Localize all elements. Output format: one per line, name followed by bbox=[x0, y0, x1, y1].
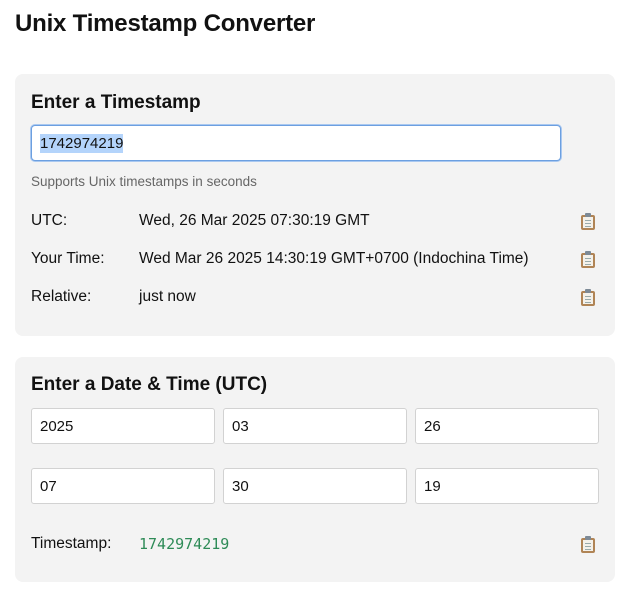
local-time-value: Wed Mar 26 2025 14:30:19 GMT+0700 (Indoc… bbox=[139, 250, 529, 267]
local-time-row: Your Time: Wed Mar 26 2025 14:30:19 GMT+… bbox=[31, 246, 599, 272]
clipboard-icon bbox=[581, 212, 595, 230]
page-title: Unix Timestamp Converter bbox=[15, 10, 316, 37]
clipboard-icon bbox=[581, 288, 595, 306]
utc-label: UTC: bbox=[31, 212, 68, 229]
timestamp-result-row: Timestamp: 1742974219 bbox=[31, 531, 599, 557]
month-input[interactable]: 03 bbox=[223, 408, 407, 444]
timestamp-card-title: Enter a Timestamp bbox=[31, 92, 201, 113]
timestamp-hint: Supports Unix timestamps in seconds bbox=[31, 174, 257, 189]
relative-row: Relative: just now bbox=[31, 284, 599, 310]
timestamp-input-value: 1742974219 bbox=[40, 133, 124, 153]
utc-row: UTC: Wed, 26 Mar 2025 07:30:19 GMT bbox=[31, 208, 599, 234]
copy-timestamp-button[interactable] bbox=[577, 533, 599, 555]
relative-value: just now bbox=[139, 288, 196, 305]
hour-value: 07 bbox=[40, 477, 57, 495]
month-value: 03 bbox=[232, 417, 249, 435]
day-input[interactable]: 26 bbox=[415, 408, 599, 444]
year-input[interactable]: 2025 bbox=[31, 408, 215, 444]
timestamp-result-value: 1742974219 bbox=[139, 535, 230, 553]
timestamp-result-label: Timestamp: bbox=[31, 535, 112, 552]
minute-value: 30 bbox=[232, 477, 249, 495]
copy-utc-button[interactable] bbox=[577, 210, 599, 232]
timestamp-card: Enter a Timestamp 1742974219 Supports Un… bbox=[15, 74, 615, 336]
second-value: 19 bbox=[424, 477, 441, 495]
hour-input[interactable]: 07 bbox=[31, 468, 215, 504]
second-input[interactable]: 19 bbox=[415, 468, 599, 504]
relative-label: Relative: bbox=[31, 288, 92, 305]
copy-local-time-button[interactable] bbox=[577, 248, 599, 270]
year-value: 2025 bbox=[40, 417, 74, 435]
timestamp-input[interactable]: 1742974219 bbox=[31, 125, 561, 161]
clipboard-icon bbox=[581, 250, 595, 268]
datetime-card: Enter a Date & Time (UTC) 2025 03 26 07 … bbox=[15, 357, 615, 582]
minute-input[interactable]: 30 bbox=[223, 468, 407, 504]
copy-relative-button[interactable] bbox=[577, 286, 599, 308]
local-time-label: Your Time: bbox=[31, 250, 105, 267]
clipboard-icon bbox=[581, 535, 595, 553]
utc-value: Wed, 26 Mar 2025 07:30:19 GMT bbox=[139, 212, 370, 229]
datetime-card-title: Enter a Date & Time (UTC) bbox=[31, 374, 268, 395]
day-value: 26 bbox=[424, 417, 441, 435]
